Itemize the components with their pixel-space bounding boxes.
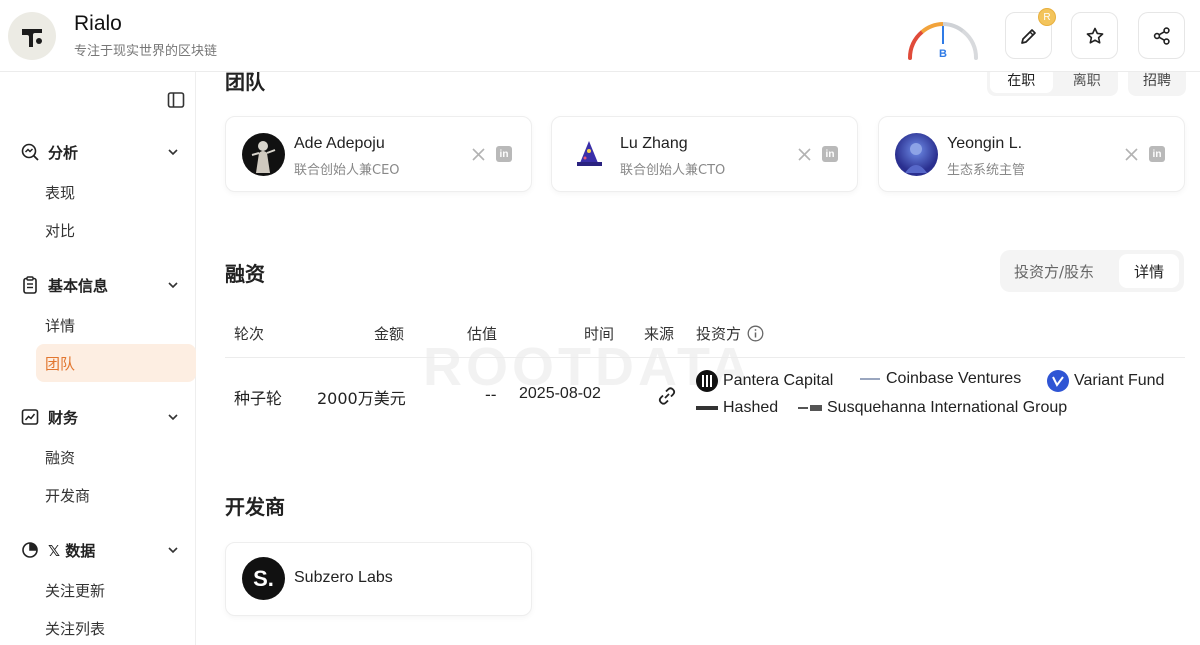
team-member-card[interactable]: Ade Adepoju 联合创始人兼CEO in	[225, 116, 532, 192]
column-header-valuation: 估值	[467, 325, 498, 343]
column-header-source: 来源	[644, 325, 675, 343]
tab-former[interactable]: 离职	[1056, 72, 1119, 96]
sidebar-item-compare[interactable]: 对比	[36, 211, 196, 249]
investor-name: Hashed	[723, 399, 779, 416]
team-member-card[interactable]: Lu Zhang 联合创始人兼CTO in	[551, 116, 858, 192]
cell-date: 2025-08-02	[519, 385, 601, 402]
sidebar-item-details[interactable]: 详情	[36, 306, 196, 344]
investor-name: Coinbase Ventures	[886, 370, 1022, 387]
sidebar-item-follow-updates[interactable]: 关注更新	[36, 571, 196, 609]
column-header-date: 时间	[584, 325, 615, 343]
x-icon[interactable]	[1122, 145, 1140, 163]
member-role: 联合创始人兼CEO	[294, 163, 400, 178]
sidebar-section-label: 𝕏 数据	[48, 541, 96, 560]
team-heading: 团队	[225, 72, 265, 94]
sig-logo-icon	[798, 403, 822, 413]
sidebar-section-basic-info[interactable]: 基本信息	[20, 274, 190, 296]
chevron-down-icon	[166, 409, 180, 428]
app-title: Rialo	[74, 12, 122, 35]
finance-chart-icon	[20, 407, 40, 427]
sidebar-section-label: 基本信息	[48, 276, 109, 295]
sidebar-item-developers[interactable]: 开发商	[36, 476, 196, 514]
main-content: 团队 在职 离职 招聘 Ade Adepoju 联合创始人兼CEO in Lu …	[197, 72, 1200, 645]
pencil-icon	[1020, 28, 1036, 44]
rating-letter: B	[939, 48, 947, 60]
sidebar-item-team[interactable]: 团队	[36, 344, 196, 382]
team-status-tabs: 在职 离职	[987, 72, 1118, 96]
recruit-button[interactable]: 招聘	[1128, 72, 1186, 96]
info-icon[interactable]	[747, 325, 764, 342]
avatar	[568, 133, 611, 176]
sidebar-item-performance[interactable]: 表现	[36, 173, 196, 211]
investor-name: Pantera Capital	[723, 372, 834, 389]
chevron-down-icon	[166, 144, 180, 163]
linkedin-icon[interactable]: in	[822, 146, 838, 162]
x-icon[interactable]	[795, 145, 813, 163]
investor-name: Variant Fund	[1074, 372, 1165, 389]
x-icon[interactable]	[469, 145, 487, 163]
team-member-card[interactable]: Yeongin L. 生态系统主管 in	[878, 116, 1185, 192]
sidebar-item-follow-list[interactable]: 关注列表	[36, 609, 196, 645]
link-icon[interactable]	[656, 385, 678, 411]
linkedin-icon[interactable]: in	[496, 146, 512, 162]
sidebar-collapse-icon[interactable]	[166, 90, 186, 114]
column-header-amount: 金额	[374, 325, 405, 343]
pantera-logo-icon	[696, 370, 718, 392]
developers-heading: 开发商	[225, 495, 285, 519]
tab-current[interactable]: 在职	[990, 72, 1053, 93]
member-name: Lu Zhang	[620, 135, 688, 152]
sidebar-section-finance[interactable]: 财务	[20, 406, 190, 428]
linkedin-icon[interactable]: in	[1149, 146, 1165, 162]
app-header: Rialo 专注于现实世界的区块链 B R	[0, 0, 1200, 72]
sidebar-section-label: 财务	[48, 408, 79, 427]
share-icon	[1153, 26, 1170, 45]
investor-coinbase[interactable]: Coinbase Ventures	[859, 370, 1021, 388]
funding-heading: 融资	[225, 262, 265, 286]
investor-variant[interactable]: Variant Fund	[1047, 370, 1164, 392]
column-header-round: 轮次	[234, 325, 265, 343]
analysis-icon	[20, 142, 40, 162]
investor-pantera[interactable]: Pantera Capital	[696, 370, 833, 392]
investor-hashed[interactable]: Hashed	[696, 399, 778, 417]
reward-badge: R	[1038, 8, 1056, 26]
sidebar-section-label: 分析	[48, 143, 79, 162]
coinbase-logo-icon	[859, 374, 881, 384]
avatar	[895, 133, 938, 176]
rialo-logo	[8, 12, 56, 60]
variant-logo-icon	[1047, 370, 1069, 392]
table-divider	[225, 357, 1185, 358]
sidebar-item-funding[interactable]: 融资	[36, 438, 196, 476]
sidebar-section-analysis[interactable]: 分析	[20, 141, 190, 163]
sidebar: 分析 表现 对比 基本信息 详情 团队 财务 融资 开发商 𝕏 数据 关注更新 …	[0, 72, 196, 645]
member-role: 联合创始人兼CTO	[620, 163, 726, 178]
favorite-button[interactable]	[1071, 12, 1118, 59]
investor-susquehanna[interactable]: Susquehanna International Group	[798, 399, 1067, 417]
star-icon	[1086, 27, 1103, 44]
app-subtitle: 专注于现实世界的区块链	[74, 44, 218, 59]
cell-valuation: --	[485, 385, 497, 404]
member-name: Ade Adepoju	[294, 135, 385, 152]
member-name: Yeongin L.	[947, 135, 1023, 152]
column-header-investors: 投资方	[696, 323, 764, 344]
developer-name: Subzero Labs	[294, 569, 393, 586]
pie-chart-icon	[20, 540, 40, 560]
sidebar-section-x-data[interactable]: 𝕏 数据	[20, 539, 190, 561]
tab-investors[interactable]: 投资方/股东	[1014, 261, 1094, 282]
tab-details[interactable]: 详情	[1119, 254, 1179, 288]
cell-round: 种子轮	[234, 389, 283, 408]
share-button[interactable]	[1138, 12, 1185, 59]
chevron-down-icon	[166, 277, 180, 296]
chevron-down-icon	[166, 542, 180, 561]
subzero-logo-icon: S.	[242, 557, 285, 600]
member-role: 生态系统主管	[947, 163, 1026, 178]
cell-amount: 2000万美元	[317, 389, 406, 408]
developer-card[interactable]: S. Subzero Labs	[225, 542, 532, 616]
funding-view-tabs: 投资方/股东 详情	[1000, 250, 1184, 292]
avatar	[242, 133, 285, 176]
column-header-investors-label: 投资方	[696, 325, 742, 343]
investor-name: Susquehanna International Group	[827, 399, 1068, 416]
hashed-logo-icon	[696, 403, 718, 413]
clipboard-icon	[20, 275, 40, 295]
